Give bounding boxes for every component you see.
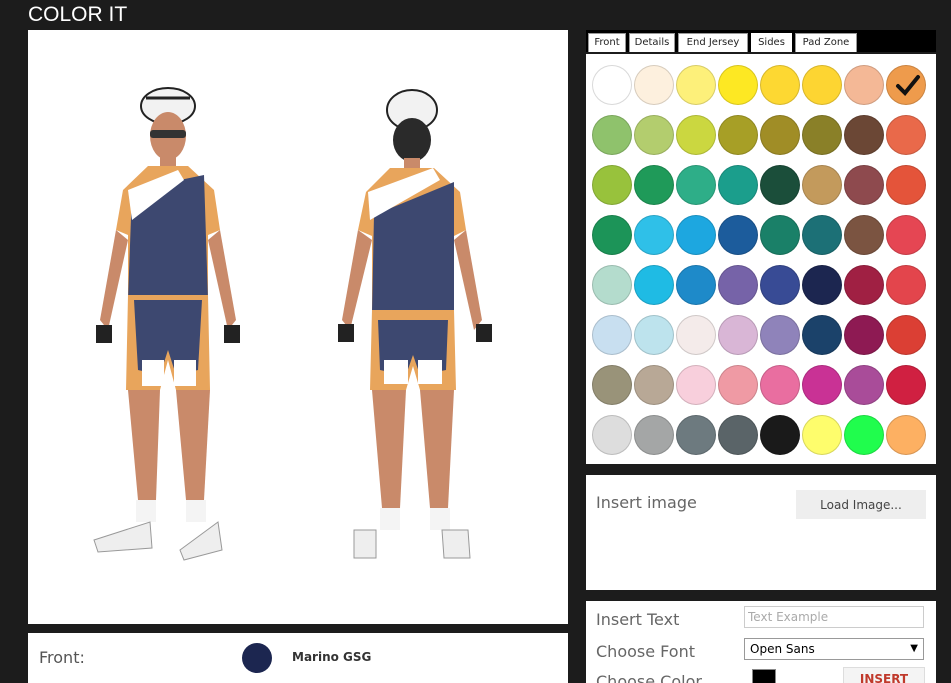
color-swatch[interactable]: [886, 365, 926, 405]
selected-color-name: Marino GSG: [292, 650, 372, 664]
color-swatch[interactable]: [718, 265, 758, 305]
color-swatch[interactable]: [718, 215, 758, 255]
insert-image-panel: Insert image Load Image...: [586, 475, 936, 590]
part-tabs: Front Details End Jersey Sides Pad Zone: [586, 30, 936, 52]
color-swatch[interactable]: [886, 415, 926, 455]
tab-end-jersey[interactable]: End Jersey: [678, 33, 748, 52]
color-swatch[interactable]: [844, 115, 884, 155]
color-swatch[interactable]: [760, 415, 800, 455]
color-swatch[interactable]: [718, 115, 758, 155]
color-swatch[interactable]: [634, 415, 674, 455]
color-swatch[interactable]: [760, 65, 800, 105]
color-swatch[interactable]: [844, 65, 884, 105]
color-swatch[interactable]: [592, 215, 632, 255]
color-swatch[interactable]: [886, 115, 926, 155]
checkmark-icon: [896, 75, 920, 96]
color-swatch[interactable]: [802, 65, 842, 105]
tab-pad-zone[interactable]: Pad Zone: [795, 33, 857, 52]
choose-font-label: Choose Font: [596, 642, 695, 661]
color-swatch[interactable]: [634, 115, 674, 155]
color-swatch[interactable]: [634, 165, 674, 205]
color-swatch[interactable]: [760, 165, 800, 205]
color-swatch[interactable]: [634, 215, 674, 255]
color-swatch[interactable]: [634, 265, 674, 305]
kit-preview-illustration: [93, 87, 492, 561]
color-swatch[interactable]: [886, 215, 926, 255]
color-swatch[interactable]: [718, 315, 758, 355]
color-swatch[interactable]: [760, 365, 800, 405]
selected-color-swatch: [242, 643, 272, 673]
insert-text-panel: Insert Text Choose Font Open Sans ▼ Choo…: [586, 601, 936, 683]
color-swatch[interactable]: [802, 115, 842, 155]
color-swatch[interactable]: [844, 165, 884, 205]
color-swatch[interactable]: [886, 65, 926, 105]
color-swatch[interactable]: [802, 265, 842, 305]
color-palette: [586, 54, 936, 464]
page-title: COLOR IT: [28, 3, 128, 26]
selection-label: Front:: [39, 648, 85, 667]
color-swatch[interactable]: [634, 65, 674, 105]
font-select[interactable]: Open Sans ▼: [744, 638, 924, 660]
color-swatch[interactable]: [802, 215, 842, 255]
color-swatch[interactable]: [886, 165, 926, 205]
color-swatch[interactable]: [676, 265, 716, 305]
load-image-button[interactable]: Load Image...: [796, 490, 926, 519]
color-swatch[interactable]: [802, 365, 842, 405]
color-swatch[interactable]: [592, 415, 632, 455]
color-swatch[interactable]: [634, 315, 674, 355]
back-figure: [338, 89, 492, 559]
color-swatch[interactable]: [676, 315, 716, 355]
current-selection-bar: Front: Marino GSG: [28, 633, 568, 683]
color-swatch[interactable]: [844, 315, 884, 355]
color-swatch[interactable]: [844, 265, 884, 305]
color-swatch[interactable]: [802, 415, 842, 455]
color-swatch[interactable]: [676, 65, 716, 105]
color-swatch[interactable]: [676, 415, 716, 455]
color-swatch[interactable]: [676, 115, 716, 155]
color-swatch[interactable]: [676, 365, 716, 405]
kit-preview: [28, 30, 568, 624]
text-color-picker[interactable]: [752, 669, 776, 683]
dropdown-arrow-icon: ▼: [910, 643, 918, 654]
insert-button[interactable]: INSERT: [843, 667, 925, 683]
color-swatch[interactable]: [718, 415, 758, 455]
tab-sides[interactable]: Sides: [751, 33, 792, 52]
color-swatch[interactable]: [634, 365, 674, 405]
color-swatch[interactable]: [886, 265, 926, 305]
color-swatch[interactable]: [592, 265, 632, 305]
insert-image-label: Insert image: [596, 493, 697, 512]
text-input[interactable]: [744, 606, 924, 628]
color-swatch[interactable]: [718, 65, 758, 105]
color-swatch[interactable]: [676, 215, 716, 255]
color-swatch[interactable]: [592, 365, 632, 405]
color-swatch[interactable]: [760, 215, 800, 255]
color-swatch[interactable]: [802, 165, 842, 205]
color-swatch[interactable]: [844, 415, 884, 455]
color-swatch[interactable]: [760, 115, 800, 155]
color-swatch[interactable]: [844, 215, 884, 255]
font-select-value: Open Sans: [750, 642, 815, 656]
front-figure: [93, 87, 240, 561]
color-swatch[interactable]: [844, 365, 884, 405]
tab-front[interactable]: Front: [588, 33, 626, 52]
color-swatch[interactable]: [760, 315, 800, 355]
color-swatch[interactable]: [592, 115, 632, 155]
color-swatch[interactable]: [886, 315, 926, 355]
color-swatch[interactable]: [592, 165, 632, 205]
color-swatch[interactable]: [718, 165, 758, 205]
color-swatch[interactable]: [760, 265, 800, 305]
color-swatch[interactable]: [592, 315, 632, 355]
color-swatch[interactable]: [718, 365, 758, 405]
color-swatch[interactable]: [592, 65, 632, 105]
color-swatch[interactable]: [676, 165, 716, 205]
choose-color-label: Choose Color: [596, 672, 702, 683]
tab-details[interactable]: Details: [629, 33, 675, 52]
insert-text-label: Insert Text: [596, 610, 680, 629]
color-swatch[interactable]: [802, 315, 842, 355]
